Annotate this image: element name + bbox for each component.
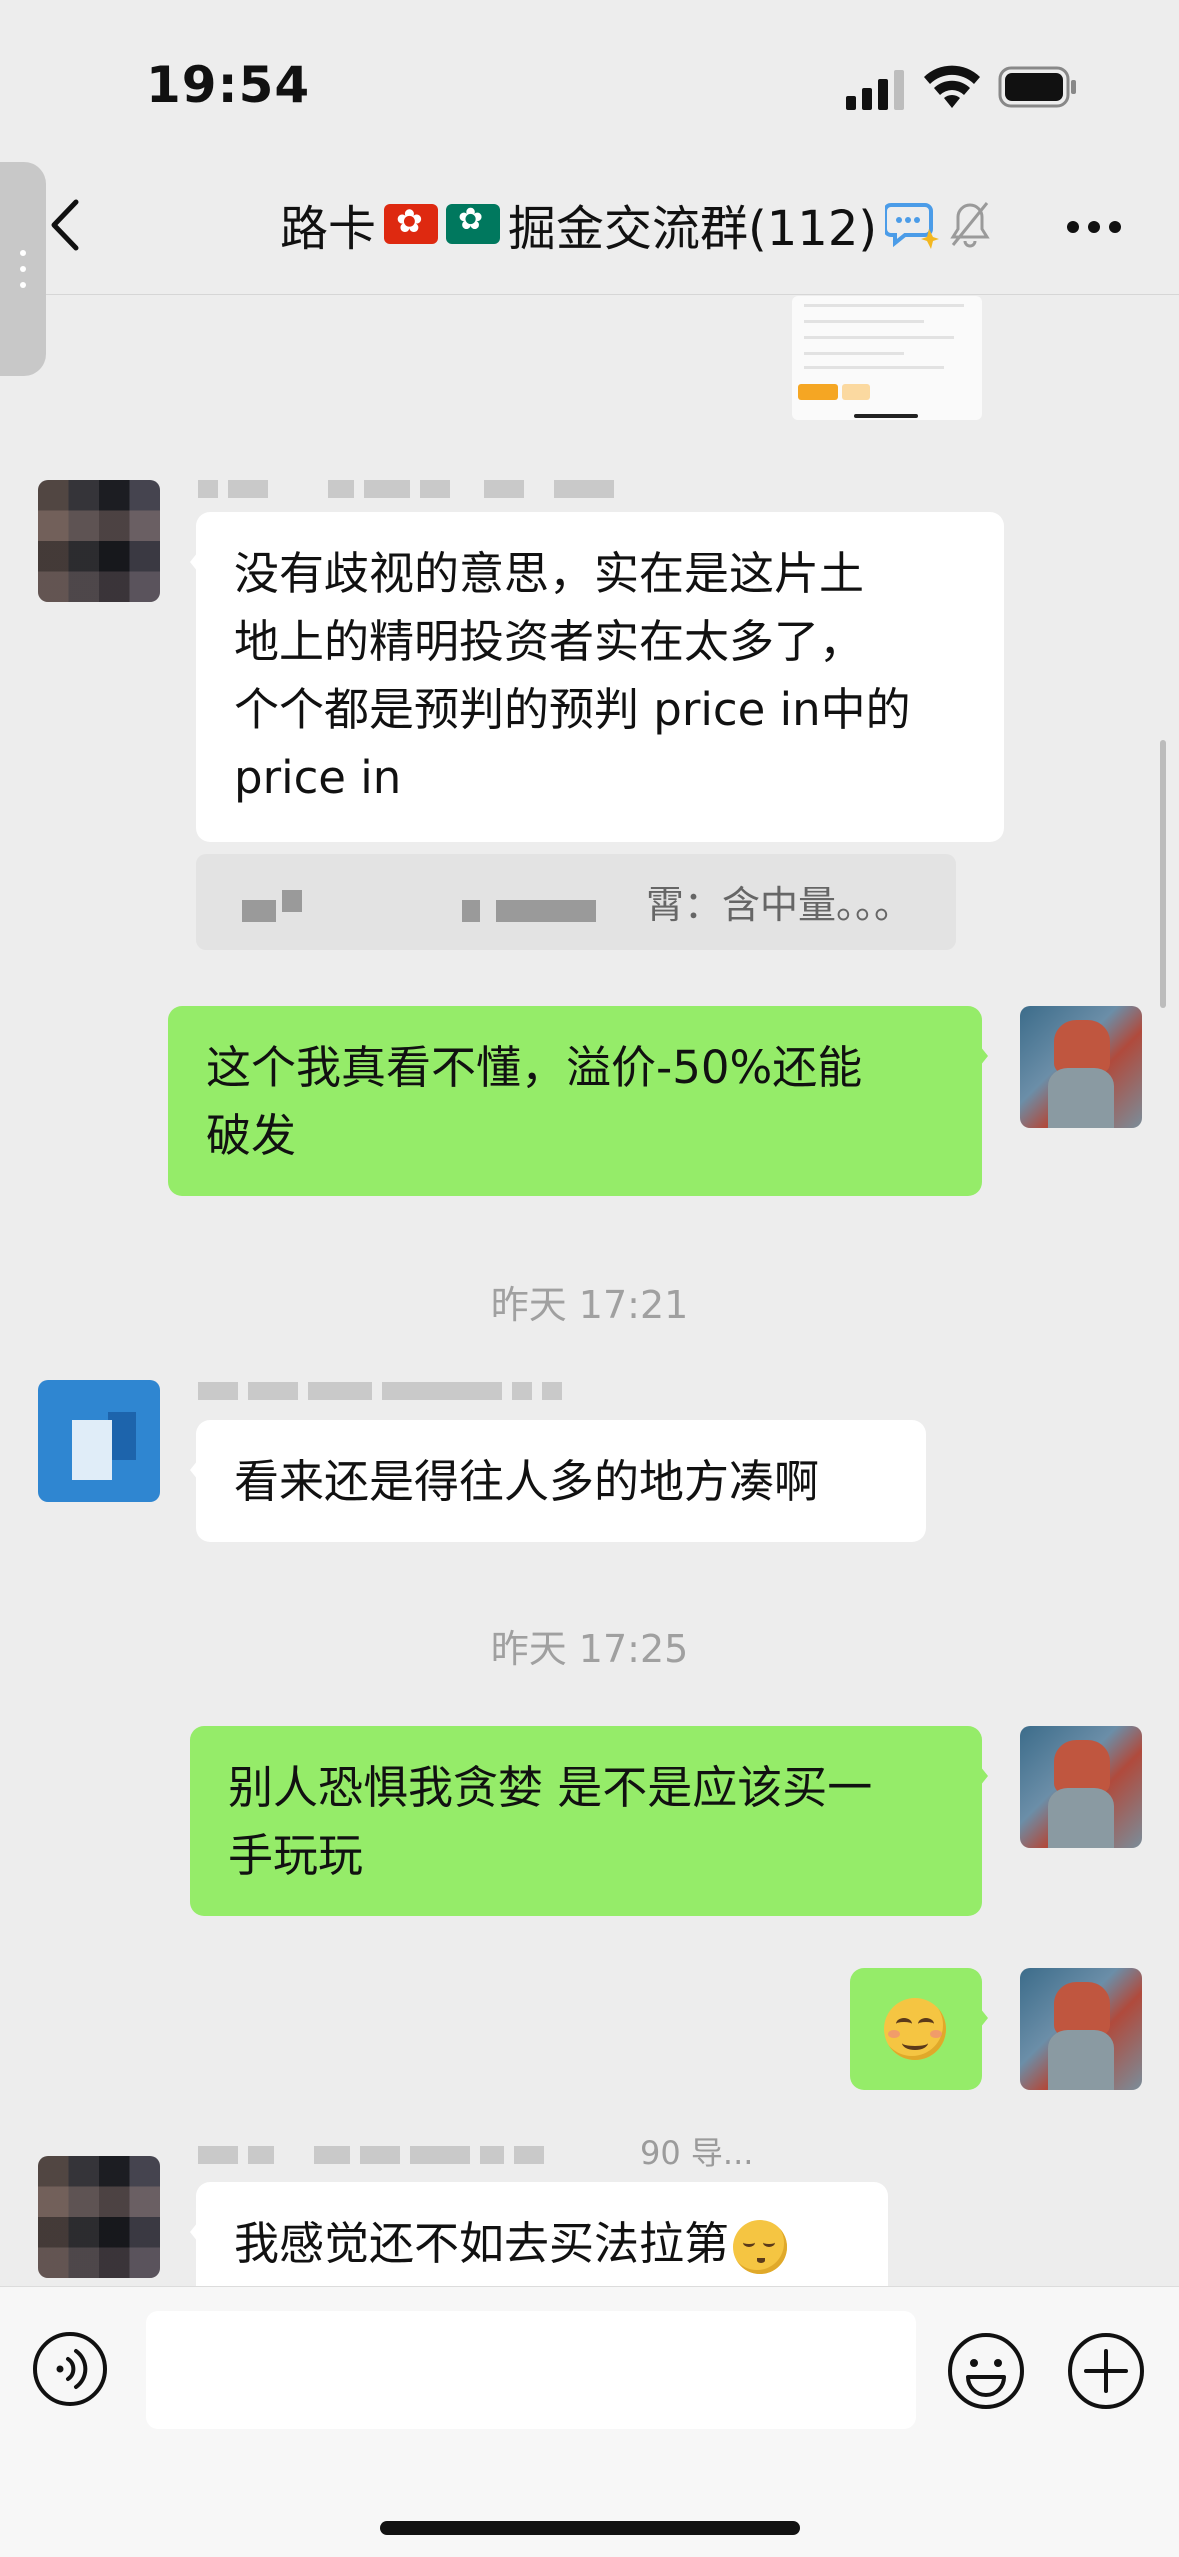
emoji-icon[interactable] [946, 2331, 1026, 2411]
quoted-message-text: 霄：含中量。。。 [646, 883, 913, 927]
status-bar: 19:54 [0, 0, 1179, 150]
avatar[interactable] [38, 480, 160, 602]
more-dots-icon[interactable] [1066, 220, 1122, 234]
cellular-signal-icon [846, 70, 904, 110]
avatar[interactable] [38, 2156, 160, 2278]
image-message-thumbnail[interactable] [792, 296, 982, 420]
smirk-face-icon [884, 1998, 946, 2060]
timestamp: 昨天 17:21 [490, 1283, 689, 1327]
chat-header: 路卡 掘金交流群(112) [0, 150, 1179, 295]
message-input[interactable] [146, 2311, 916, 2429]
unamused-face-icon [733, 2220, 788, 2274]
input-bar [0, 2286, 1179, 2557]
wifi-icon [924, 65, 980, 108]
message-bubble[interactable]: 看来还是得往人多的地方凑啊 [190, 1420, 926, 1542]
my-avatar[interactable] [1020, 1968, 1142, 2090]
plus-circle-icon[interactable] [1066, 2331, 1146, 2411]
back-button[interactable] [50, 198, 80, 252]
voice-icon[interactable] [32, 2331, 108, 2407]
sender-nickname [198, 1380, 562, 1402]
sender-nickname [198, 478, 614, 500]
message-bubble[interactable]: 没有歧视的意思，实在是这片土 地上的精明投资者实在太多了， 个个都是预判的预判 … [190, 512, 1004, 842]
emoji-message-bubble[interactable] [850, 1968, 988, 2090]
battery-icon [998, 66, 1076, 108]
timestamp: 昨天 17:25 [490, 1627, 689, 1671]
sender-nickname-tail: 90 导... [640, 2134, 754, 2172]
mute-bell-icon [950, 202, 990, 248]
chat-title-main: 掘金交流群(112) [508, 201, 878, 257]
chat-title-prefix: 路卡 [280, 201, 377, 257]
sender-nickname [198, 2144, 544, 2166]
quoted-message[interactable]: 霄：含中量。。。 [196, 854, 956, 950]
avatar[interactable] [38, 1380, 160, 1502]
hong-kong-flag-icon [384, 202, 439, 244]
my-avatar[interactable] [1020, 1006, 1142, 1128]
message-bubble-self[interactable]: 这个我真看不懂，溢价-50%还能 破发 [168, 1006, 988, 1196]
message-text: 我感觉还不如去买法拉第 [234, 2217, 730, 2270]
my-avatar[interactable] [1020, 1726, 1142, 1848]
message-bubble-self[interactable]: 别人恐惧我贪婪 是不是应该买一 手玩玩 [190, 1726, 988, 1916]
home-indicator[interactable] [380, 2521, 800, 2535]
chat-bubble-icon [885, 203, 940, 249]
floating-window-handle[interactable] [0, 162, 46, 376]
chat-title[interactable]: 路卡 掘金交流群(112) [280, 194, 993, 257]
status-time: 19:54 [146, 56, 311, 114]
scrollbar[interactable] [1160, 740, 1166, 1008]
macau-flag-icon [446, 202, 501, 244]
